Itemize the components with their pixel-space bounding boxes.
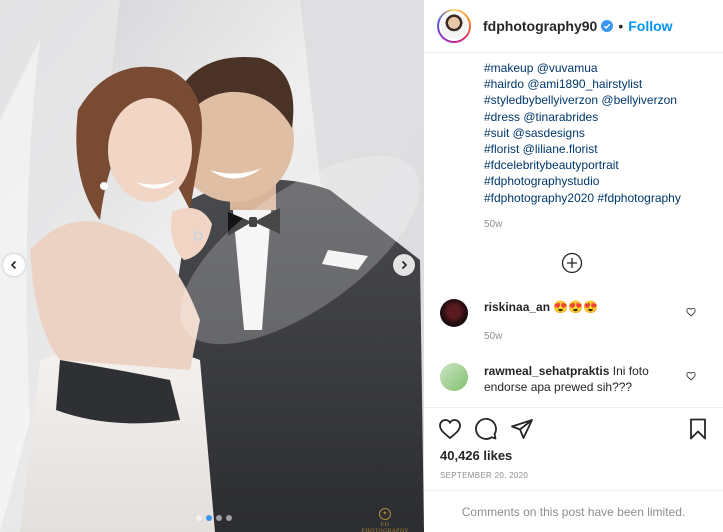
like-count[interactable]: 40,426 likes xyxy=(440,448,512,463)
comment-text: 😍😍😍 xyxy=(553,300,599,314)
wedding-couple-photo xyxy=(0,0,424,532)
username-link[interactable]: fdphotography90 xyxy=(483,18,597,34)
carousel-dot xyxy=(226,515,232,521)
caption-timestamp[interactable]: 50w xyxy=(484,219,502,230)
post-header: fdphotography90 • Follow xyxy=(424,0,723,53)
follow-button[interactable]: Follow xyxy=(628,18,672,34)
comment-body: rawmeal_sehatpraktis Ini foto endorse ap… xyxy=(484,363,684,395)
comment-icon[interactable] xyxy=(474,417,498,441)
comments-limited-text: Comments on this post have been limited. xyxy=(461,504,686,519)
comment-avatar[interactable] xyxy=(440,299,468,327)
caption-hashtag-line[interactable]: #suit @sasdesigns xyxy=(484,125,714,141)
caption-hashtag-line[interactable]: #fdphotographystudio xyxy=(484,173,714,189)
next-photo-button[interactable] xyxy=(393,254,415,276)
caption-hashtag-line[interactable]: #fdcelebritybeautyportrait xyxy=(484,157,714,173)
carousel-dot-active xyxy=(206,515,212,521)
chevron-left-icon xyxy=(10,260,17,270)
heart-icon[interactable] xyxy=(438,417,462,441)
carousel-dot xyxy=(216,515,222,521)
post-details-panel: fdphotography90 • Follow #makeup @vuvamu… xyxy=(424,0,723,532)
action-bar xyxy=(424,407,723,447)
comments-limited-notice: Comments on this post have been limited. xyxy=(424,490,723,532)
post-photo[interactable]: ✦ FD PHOTOGRAPHY xyxy=(0,0,424,532)
avatar-image xyxy=(439,11,469,41)
plus-circle-icon[interactable] xyxy=(561,252,583,274)
caption-hashtag-line[interactable]: #fdphotography2020 #fdphotography xyxy=(484,190,714,206)
comment-username[interactable]: riskinaa_an xyxy=(484,300,550,314)
avatar[interactable] xyxy=(437,9,471,43)
verified-badge-icon xyxy=(601,20,614,32)
chevron-right-icon xyxy=(401,260,408,270)
caption-hashtag-line[interactable]: #hairdo @ami1890_hairstylist xyxy=(484,76,714,92)
share-icon[interactable] xyxy=(510,417,534,441)
caption-hashtag-line[interactable]: #dress @tinarabrides xyxy=(484,109,714,125)
caption-hashtag-line[interactable]: #styledbybellyiverzon @bellyiverzon xyxy=(484,92,714,108)
carousel-dot xyxy=(196,515,202,521)
watermark-seal: ✦ xyxy=(379,508,391,520)
caption-hashtag-line[interactable]: #makeup @vuvamua xyxy=(484,60,714,76)
bookmark-icon[interactable] xyxy=(686,417,710,441)
separator-dot: • xyxy=(618,18,624,34)
previous-photo-button[interactable] xyxy=(3,254,25,276)
carousel-indicator xyxy=(196,515,232,521)
comment-body: riskinaa_an 😍😍😍 xyxy=(484,299,684,315)
heart-icon[interactable] xyxy=(686,371,696,381)
post-date[interactable]: SEPTEMBER 20, 2020 xyxy=(440,471,528,480)
comment-avatar[interactable] xyxy=(440,363,468,391)
comment-timestamp[interactable]: 50w xyxy=(484,331,502,342)
watermark-logo: ✦ FD PHOTOGRAPHY xyxy=(360,508,410,532)
post-caption: #makeup @vuvamua #hairdo @ami1890_hairst… xyxy=(484,60,714,206)
comment-item: rawmeal_sehatpraktis Ini foto endorse ap… xyxy=(440,363,720,403)
comment-username[interactable]: rawmeal_sehatpraktis xyxy=(484,364,609,378)
caption-hashtag-line[interactable]: #florist @liliane.florist xyxy=(484,141,714,157)
comment-item: riskinaa_an 😍😍😍 50w xyxy=(440,299,720,344)
watermark-text: FD PHOTOGRAPHY xyxy=(361,522,409,532)
heart-icon[interactable] xyxy=(686,307,696,317)
